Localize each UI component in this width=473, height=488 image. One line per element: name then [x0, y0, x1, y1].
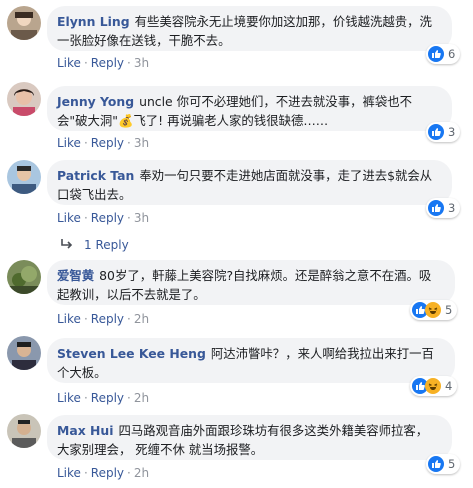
reaction-count: 3 — [448, 125, 456, 139]
like-reaction-icon — [428, 200, 444, 216]
timestamp[interactable]: 3h — [134, 211, 149, 225]
comment-bubble: Steven Lee Kee Heng 阿达沛瞥咔？，来人啊给我拉出来打一百个大板… — [47, 338, 455, 383]
view-replies[interactable]: 1 Reply — [0, 236, 200, 254]
reaction-count: 4 — [445, 379, 453, 393]
comment-author[interactable]: Max Hui — [57, 423, 113, 438]
reaction-summary[interactable]: 6 — [426, 44, 461, 64]
comment-author[interactable]: 爱智黄 — [57, 268, 94, 283]
separator: · — [83, 136, 88, 150]
timestamp[interactable]: 3h — [134, 136, 149, 150]
like-reaction-icon — [428, 456, 444, 472]
comment-item: Steven Lee Kee Heng 阿达沛瞥咔？，来人啊给我拉出来打一百个大板… — [0, 334, 473, 406]
comment-actions: Like · Reply · 2h — [57, 465, 149, 481]
comment-bubble: 爱智黄 80岁了，軒藤上美容院?自找麻烦。还是醉翁之意不在酒。吸起教训，以后不去就… — [47, 260, 455, 305]
reaction-summary[interactable]: 5 — [426, 454, 461, 474]
reaction-count: 6 — [448, 47, 456, 61]
separator: · — [83, 211, 88, 225]
avatar[interactable] — [7, 260, 41, 294]
avatar[interactable] — [7, 82, 41, 116]
separator: · — [127, 466, 131, 480]
like-link[interactable]: Like — [57, 391, 81, 405]
reaction-count: 5 — [448, 457, 456, 471]
avatar[interactable] — [7, 336, 41, 370]
comment-author[interactable]: Steven Lee Kee Heng — [57, 346, 206, 361]
like-link[interactable]: Like — [57, 466, 81, 480]
haha-reaction-icon — [425, 378, 441, 394]
separator: · — [127, 391, 131, 405]
timestamp[interactable]: 3h — [134, 56, 149, 70]
reply-link[interactable]: Reply — [91, 391, 124, 405]
reply-link[interactable]: Reply — [91, 466, 124, 480]
comment-bubble: Patrick Tan 奉劝一句只要不走进她店面就没事，走了进去$就会从口袋飞出去… — [47, 160, 452, 205]
reply-arrow-icon — [60, 238, 74, 253]
separator: · — [127, 312, 131, 326]
comment-author[interactable]: Jenny Yong — [57, 94, 134, 109]
reaction-summary[interactable]: 4 — [410, 376, 458, 396]
like-link[interactable]: Like — [57, 211, 81, 225]
comment-bubble: Jenny Yong uncle 你可不必理她们，不进去就没事，裤袋也不会"破大洞… — [47, 86, 452, 131]
timestamp[interactable]: 2h — [134, 391, 149, 405]
comment-actions: Like · Reply · 3h — [57, 135, 149, 151]
reply-link[interactable]: Reply — [91, 56, 124, 70]
like-link[interactable]: Like — [57, 56, 81, 70]
avatar[interactable] — [7, 6, 41, 40]
reply-link[interactable]: Reply — [91, 211, 124, 225]
comment-item: Max Hui 四马路观音庙外面跟珍珠坊有很多这类外籍美容师拉客，大家别理会， 死… — [0, 410, 473, 488]
reply-link[interactable]: Reply — [91, 312, 124, 326]
separator: · — [127, 211, 131, 225]
separator: · — [83, 391, 88, 405]
reaction-summary[interactable]: 5 — [410, 300, 458, 320]
like-link[interactable]: Like — [57, 136, 81, 150]
comment-actions: Like · Reply · 2h — [57, 390, 149, 406]
reaction-count: 3 — [448, 201, 456, 215]
like-reaction-icon — [428, 46, 444, 62]
timestamp[interactable]: 2h — [134, 312, 149, 326]
timestamp[interactable]: 2h — [134, 466, 149, 480]
comment-bubble: Max Hui 四马路观音庙外面跟珍珠坊有很多这类外籍美容师拉客，大家别理会， 死… — [47, 415, 452, 460]
comment-author[interactable]: Elynn Ling — [57, 14, 130, 29]
comment-bubble: Elynn Ling 有些美容院永无止境要你加这加那，价钱越洗越贵，洗一张脸好像在… — [47, 6, 452, 51]
comment-item: Elynn Ling 有些美容院永无止境要你加这加那，价钱越洗越贵，洗一张脸好像在… — [0, 0, 473, 72]
like-reaction-icon — [428, 124, 444, 140]
comment-item: Patrick Tan 奉劝一句只要不走进她店面就没事，走了进去$就会从口袋飞出去… — [0, 157, 473, 229]
comment-item: 爱智黄 80岁了，軒藤上美容院?自找麻烦。还是醉翁之意不在酒。吸起教训，以后不去就… — [0, 258, 473, 330]
avatar[interactable] — [7, 160, 41, 194]
separator: · — [127, 136, 131, 150]
comment-text: 80岁了，軒藤上美容院?自找麻烦。还是醉翁之意不在酒。吸起教训，以后不去就是了。 — [57, 268, 432, 302]
haha-reaction-icon — [425, 302, 441, 318]
avatar[interactable] — [7, 414, 41, 448]
replies-count-link[interactable]: 1 Reply — [84, 237, 129, 253]
separator: · — [127, 56, 131, 70]
comment-actions: Like · Reply · 2h — [57, 311, 149, 327]
separator: · — [83, 312, 88, 326]
comment-author[interactable]: Patrick Tan — [57, 168, 134, 183]
comment-actions: Like · Reply · 3h — [57, 210, 149, 226]
reaction-count: 5 — [445, 303, 453, 317]
comment-actions: Like · Reply · 3h — [57, 55, 149, 71]
reply-link[interactable]: Reply — [91, 136, 124, 150]
like-link[interactable]: Like — [57, 312, 81, 326]
comment-item: Jenny Yong uncle 你可不必理她们，不进去就没事，裤袋也不会"破大洞… — [0, 80, 473, 150]
separator: · — [83, 56, 88, 70]
reaction-summary[interactable]: 3 — [426, 122, 461, 142]
reaction-summary[interactable]: 3 — [426, 198, 461, 218]
separator: · — [83, 466, 88, 480]
